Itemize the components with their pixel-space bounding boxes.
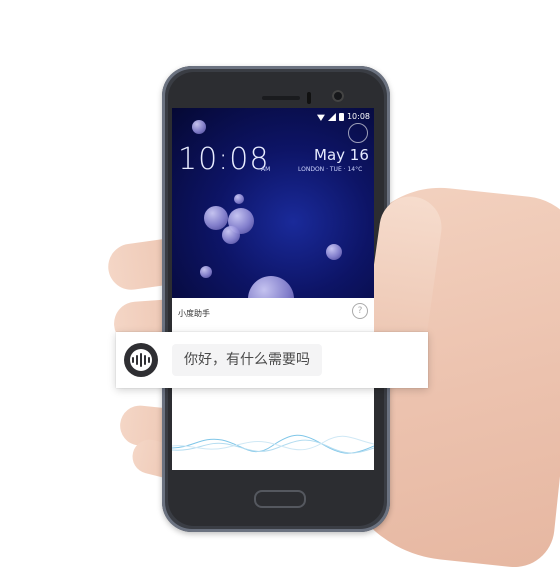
home-button[interactable] — [254, 490, 306, 508]
lock-screen-wallpaper: 10:08 10:08 AM May 16 LONDON · TUE · 14°… — [172, 108, 374, 322]
wallpaper-bubble — [204, 206, 228, 230]
voice-bar — [132, 357, 134, 363]
voice-waveform — [172, 434, 374, 454]
wallpaper-bubble — [200, 266, 212, 278]
wifi-icon — [316, 114, 325, 121]
wallpaper-bubble — [192, 120, 206, 134]
voice-bar — [148, 357, 150, 363]
voice-assistant-card: 你好，有什么需要吗 — [116, 332, 428, 388]
voice-bar — [140, 353, 142, 367]
phone-screen: 10:08 10:08 AM May 16 LONDON · TUE · 14°… — [172, 108, 374, 470]
voice-bar — [136, 355, 138, 365]
signal-icon — [327, 113, 336, 121]
wallpaper-bubble — [326, 244, 342, 260]
weather-icon — [348, 123, 368, 143]
earpiece — [262, 96, 300, 100]
battery-icon — [338, 113, 344, 121]
front-camera — [332, 90, 344, 102]
waveform-line — [172, 434, 374, 454]
help-icon[interactable]: ? — [352, 303, 368, 319]
waveform-line — [172, 439, 374, 454]
assistant-prompt-bubble: 你好，有什么需要吗 — [172, 344, 322, 376]
status-bar: 10:08 — [316, 110, 370, 124]
waveform-line — [172, 435, 374, 451]
location-weather: LONDON · TUE · 14°C — [298, 166, 363, 173]
voice-bar — [144, 355, 146, 365]
assistant-title: 小度助手 — [178, 309, 210, 318]
wallpaper-bubble — [222, 226, 240, 244]
wallpaper-bubble — [234, 194, 244, 204]
lock-screen-clock: 10:08 — [178, 142, 270, 177]
status-time: 10:08 — [346, 112, 370, 121]
voice-assistant-icon[interactable] — [124, 343, 158, 377]
am-pm-label: AM — [261, 166, 271, 173]
lock-screen-date: May 16 — [314, 146, 369, 164]
proximity-sensor — [307, 92, 311, 104]
voice-icon-inner — [130, 349, 152, 371]
